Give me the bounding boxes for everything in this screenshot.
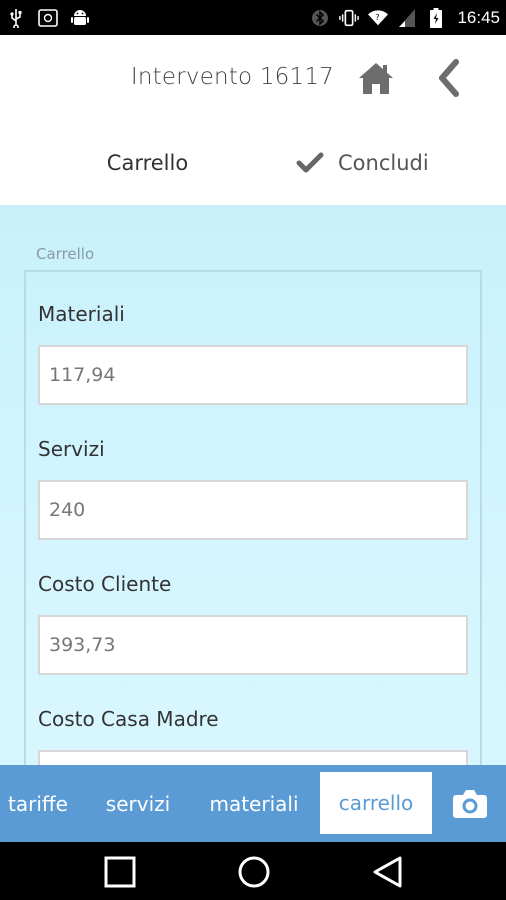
tab-concludi[interactable]: Concludi (296, 151, 429, 175)
system-nav-bar (0, 842, 506, 900)
costo-cliente-label: Costo Cliente (38, 572, 172, 596)
servizi-input[interactable] (38, 480, 468, 540)
costo-casa-madre-input[interactable] (38, 750, 468, 765)
back-button[interactable] (432, 58, 468, 98)
bluetooth-icon (310, 8, 330, 28)
servizi-label: Servizi (38, 437, 105, 461)
chevron-left-icon (439, 59, 459, 97)
vibrate-icon (339, 8, 360, 28)
bottom-tab-materiali[interactable]: materiali (201, 765, 307, 842)
bottom-tab-carrello[interactable]: carrello (320, 772, 432, 834)
usb-icon (6, 8, 26, 28)
tab-row: Carrello Concludi (0, 123, 506, 205)
cart-content[interactable]: Carrello Materiali Servizi Costo Cliente… (0, 205, 506, 765)
signal-icon (397, 8, 417, 28)
bottom-tab-servizi[interactable]: servizi (98, 765, 178, 842)
page-title: Intervento 16117 (130, 64, 334, 90)
materiali-input[interactable] (38, 345, 468, 405)
circle-icon (238, 856, 270, 888)
camera-icon (453, 789, 487, 818)
square-icon (104, 856, 136, 888)
status-left (6, 8, 90, 28)
fieldset-legend: Carrello (36, 245, 95, 263)
status-right: ? 16:45 (310, 7, 500, 28)
tab-concludi-label: Concludi (338, 151, 429, 175)
recents-button[interactable] (101, 854, 139, 890)
android-icon (70, 8, 90, 28)
status-time: 16:45 (457, 7, 500, 27)
home-icon (359, 63, 393, 94)
home-button[interactable] (356, 60, 396, 98)
bottom-tab-bar: tariffe servizi materiali carrello (0, 765, 506, 842)
svg-text:?: ? (376, 11, 380, 21)
status-bar: ? 16:45 (0, 0, 506, 35)
costo-cliente-input[interactable] (38, 615, 468, 675)
app-header: Intervento 16117 (0, 35, 506, 123)
costo-casa-madre-label: Costo Casa Madre (38, 707, 219, 731)
camera-button[interactable] (445, 765, 495, 842)
materiali-label: Materiali (38, 302, 125, 326)
bottom-tab-tariffe[interactable]: tariffe (0, 765, 76, 842)
tab-carrello[interactable]: Carrello (60, 151, 235, 175)
home-nav-button[interactable] (235, 854, 273, 890)
battery-icon (426, 7, 446, 28)
checkmark-icon (296, 152, 324, 173)
triangle-back-icon (373, 856, 402, 888)
notification-icon (38, 8, 58, 28)
back-nav-button[interactable] (369, 854, 407, 890)
wifi-icon: ? (368, 8, 389, 28)
